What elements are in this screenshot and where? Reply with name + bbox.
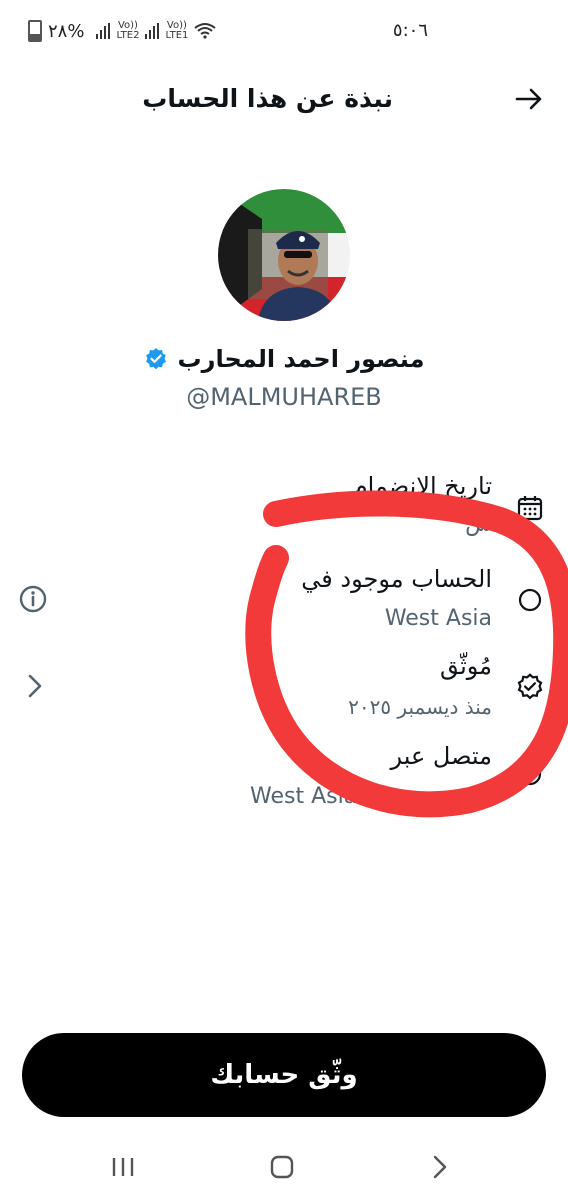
back-button[interactable] bbox=[428, 1150, 452, 1184]
recent-apps-button[interactable] bbox=[108, 1150, 138, 1184]
home-button[interactable] bbox=[267, 1150, 297, 1184]
recent-apps-icon bbox=[112, 1158, 134, 1176]
chevron-right-icon bbox=[433, 1155, 447, 1179]
red-annotation-circle bbox=[245, 490, 568, 818]
home-icon bbox=[270, 1155, 294, 1179]
verify-account-button[interactable]: وثّق حسابك bbox=[22, 1033, 546, 1117]
